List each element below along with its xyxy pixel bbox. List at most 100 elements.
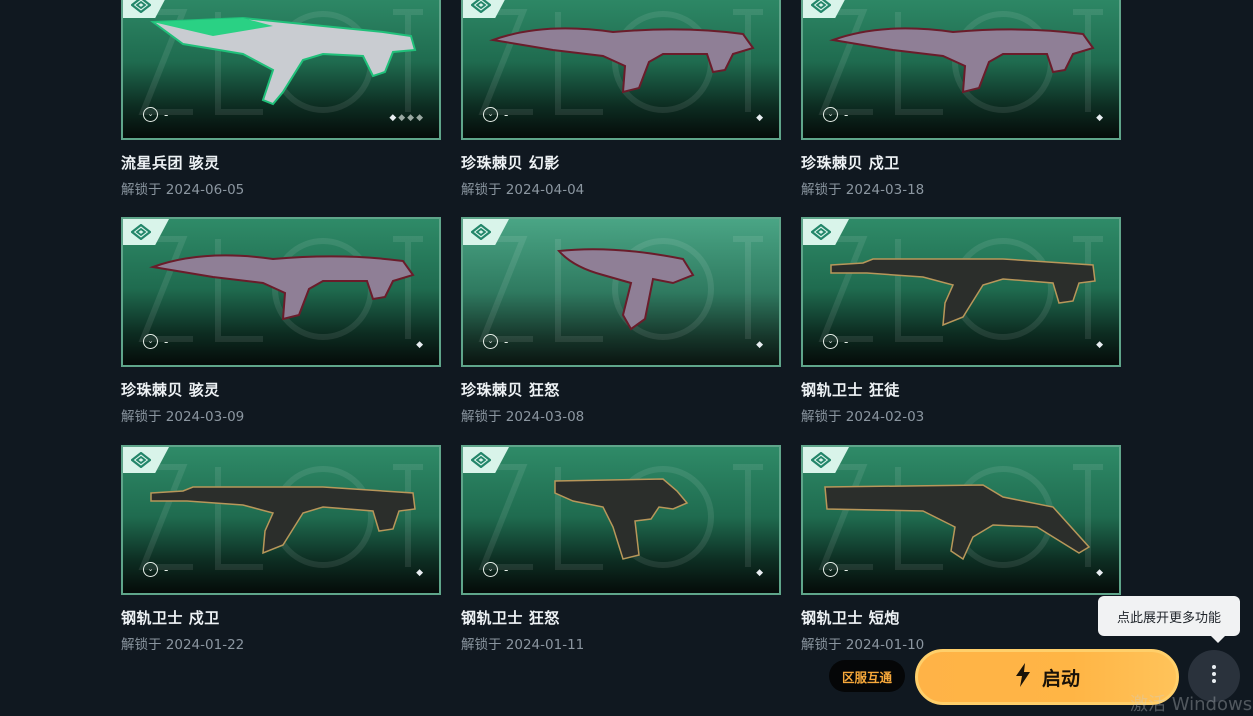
skin-name: 珍珠棘贝 戍卫 <box>801 154 900 172</box>
variant-dot-icon: ◆ <box>1096 340 1103 350</box>
variant-dots: ◆ <box>756 340 763 350</box>
skin-card[interactable]: ⌄ - ◆ 珍珠棘贝 戍卫 解锁于 2024-03-18 <box>801 0 1121 198</box>
variant-dots: ◆ <box>756 568 763 578</box>
skin-card[interactable]: ⌄ - ◆ 钢轨卫士 短炮 解锁于 2024-01-10 <box>801 445 1121 653</box>
skin-unlock-date: 解锁于 2024-04-04 <box>461 182 585 198</box>
level-badge-icon: ⌄ <box>483 107 498 122</box>
variant-dot-icon: ◆ <box>756 113 763 123</box>
skin-unlock-date: 解锁于 2024-03-18 <box>801 182 925 198</box>
level-badge-icon: ⌄ <box>823 562 838 577</box>
weapon-skin-image <box>150 486 416 555</box>
level-badge-icon: ⌄ <box>483 562 498 577</box>
skin-card[interactable]: ⌄ - ◆ 珍珠棘贝 骇灵 解锁于 2024-03-09 <box>121 217 441 425</box>
skin-thumbnail[interactable]: ⌄ - ◆ <box>461 0 781 140</box>
variant-dots: ◆ <box>1096 113 1103 123</box>
skin-level: ⌄ - <box>823 334 848 349</box>
variant-dot-icon: ◆ <box>416 113 423 123</box>
skin-unlock-date: 解锁于 2024-01-11 <box>461 637 585 653</box>
variant-dot-icon: ◆ <box>756 568 763 578</box>
level-badge-icon: ⌄ <box>823 107 838 122</box>
skin-card[interactable]: ⌄ - ◆ 珍珠棘贝 狂怒 解锁于 2024-03-08 <box>461 217 781 425</box>
variant-dot-icon: ◆ <box>416 568 423 578</box>
variant-dots: ◆ <box>416 568 423 578</box>
region-interop-chip[interactable]: 区服互通 <box>829 660 905 692</box>
variant-dot-icon: ◆ <box>389 113 397 123</box>
weapon-skin-image <box>556 248 695 331</box>
skin-unlock-date: 解锁于 2024-03-08 <box>461 409 585 425</box>
skin-grid: ⌄ - ◆ ◆ ◆ ◆ 流星兵团 骇灵 解锁于 2024-06-05 ⌄ - ◆ 珍珠棘贝 幻… <box>0 0 1253 709</box>
variant-dots: ◆ <box>1096 340 1103 350</box>
variant-dots: ◆ ◆ ◆ ◆ <box>389 113 423 123</box>
skin-name: 流星兵团 骇灵 <box>121 154 220 172</box>
level-badge-icon: ⌄ <box>143 107 158 122</box>
skin-level: ⌄ - <box>483 334 508 349</box>
variant-dot-icon: ◆ <box>756 340 763 350</box>
variant-dots: ◆ <box>1096 568 1103 578</box>
skin-level: ⌄ - <box>483 562 508 577</box>
skin-level: ⌄ - <box>143 334 168 349</box>
skin-level-value: - <box>844 334 849 349</box>
weapon-skin-image <box>824 484 1091 561</box>
skin-level-value: - <box>504 107 509 122</box>
skin-name: 钢轨卫士 狂怒 <box>461 609 560 627</box>
skin-level-value: - <box>844 107 849 122</box>
skin-unlock-date: 解锁于 2024-06-05 <box>121 182 245 198</box>
skin-thumbnail[interactable]: ⌄ - ◆ <box>121 445 441 595</box>
tooltip-text: 点此展开更多功能 <box>1116 610 1221 626</box>
skin-thumbnail[interactable]: ⌄ - ◆ ◆ ◆ ◆ <box>121 0 441 140</box>
variant-dot-icon: ◆ <box>1096 568 1103 578</box>
variant-dot-icon: ◆ <box>1096 113 1103 123</box>
skin-thumbnail[interactable]: ⌄ - ◆ <box>121 217 441 367</box>
activate-windows-watermark: 激活 Windows <box>1130 694 1253 715</box>
weapon-skin-image <box>829 27 1095 94</box>
skin-unlock-date: 解锁于 2024-03-09 <box>121 409 245 425</box>
level-badge-icon: ⌄ <box>483 334 498 349</box>
skin-name: 珍珠棘贝 骇灵 <box>121 381 220 399</box>
skin-unlock-date: 解锁于 2024-02-03 <box>801 409 925 425</box>
skin-level: ⌄ - <box>823 107 848 122</box>
skin-name: 珍珠棘贝 狂怒 <box>461 381 560 399</box>
variant-dots: ◆ <box>756 113 763 123</box>
skin-level-value: - <box>844 562 849 577</box>
variant-dot-icon: ◆ <box>398 113 406 123</box>
skin-card[interactable]: ⌄ - ◆ 钢轨卫士 狂怒 解锁于 2024-01-11 <box>461 445 781 653</box>
level-badge-icon: ⌄ <box>143 562 158 577</box>
skin-level: ⌄ - <box>143 562 168 577</box>
variant-dot-icon: ◆ <box>416 340 423 350</box>
skin-thumbnail[interactable]: ⌄ - ◆ <box>801 217 1121 367</box>
variant-dots: ◆ <box>416 340 423 350</box>
skin-name: 钢轨卫士 戍卫 <box>121 609 220 627</box>
weapon-skin-image <box>554 478 689 560</box>
skin-level-value: - <box>164 107 169 122</box>
skin-card[interactable]: ⌄ - ◆ 珍珠棘贝 幻影 解锁于 2024-04-04 <box>461 0 781 198</box>
skin-card[interactable]: ⌄ - ◆ ◆ ◆ ◆ 流星兵团 骇灵 解锁于 2024-06-05 <box>121 0 441 198</box>
skin-thumbnail[interactable]: ⌄ - ◆ <box>801 0 1121 140</box>
skin-card[interactable]: ⌄ - ◆ 钢轨卫士 狂徒 解锁于 2024-02-03 <box>801 217 1121 425</box>
weapon-skin-image <box>149 254 415 321</box>
level-badge-icon: ⌄ <box>823 334 838 349</box>
skin-level-value: - <box>504 334 509 349</box>
weapon-skin-image <box>830 258 1096 327</box>
skin-unlock-date: 解锁于 2024-01-22 <box>121 637 245 653</box>
variant-dot-icon: ◆ <box>407 113 415 123</box>
skin-level: ⌄ - <box>143 107 168 122</box>
level-badge-icon: ⌄ <box>143 334 158 349</box>
lightning-icon <box>1014 662 1032 692</box>
skin-level: ⌄ - <box>483 107 508 122</box>
more-options-tooltip: 点此展开更多功能 <box>1098 596 1240 643</box>
skin-level-value: - <box>164 334 169 349</box>
more-vertical-icon <box>1211 664 1217 688</box>
skin-level: ⌄ - <box>823 562 848 577</box>
skin-name: 珍珠棘贝 幻影 <box>461 154 560 172</box>
launch-label: 启动 <box>1041 667 1080 690</box>
skin-name: 钢轨卫士 短炮 <box>801 609 900 627</box>
region-interop-label: 区服互通 <box>841 669 892 685</box>
weapon-skin-image <box>489 27 755 94</box>
skin-level-value: - <box>504 562 509 577</box>
skin-thumbnail[interactable]: ⌄ - ◆ <box>461 445 781 595</box>
skin-thumbnail[interactable]: ⌄ - ◆ <box>461 217 781 367</box>
skin-card[interactable]: ⌄ - ◆ 钢轨卫士 戍卫 解锁于 2024-01-22 <box>121 445 441 653</box>
skin-level-value: - <box>164 562 169 577</box>
skin-name: 钢轨卫士 狂徒 <box>801 381 900 399</box>
skin-thumbnail[interactable]: ⌄ - ◆ <box>801 445 1121 595</box>
